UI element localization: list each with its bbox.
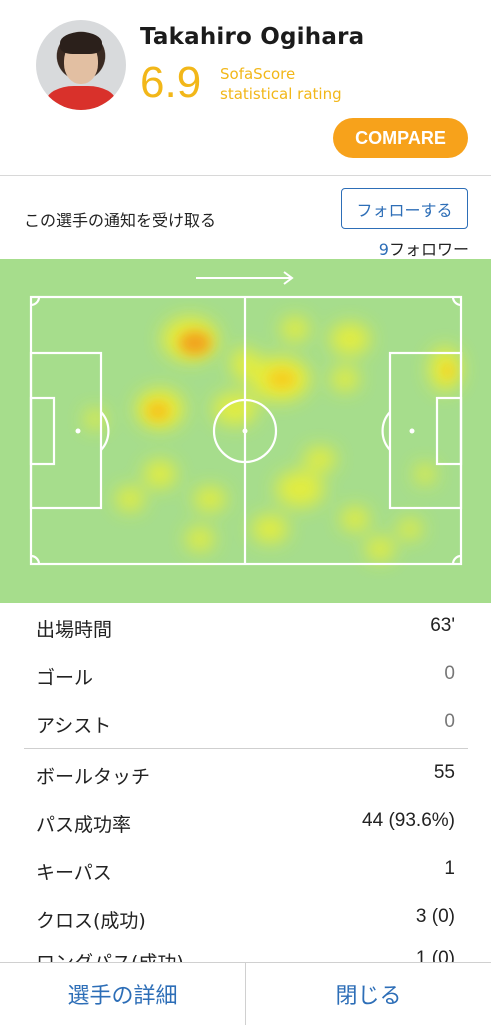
notification-label: この選手の通知を受け取る [24, 211, 217, 230]
header-divider [0, 175, 491, 176]
stats-divider [24, 748, 468, 749]
stat-row-touches: ボールタッチ 55 [36, 762, 455, 788]
stat-row-goals: ゴール 0 [36, 663, 455, 689]
stat-row-crosses: クロス(成功) 3 (0) [36, 906, 455, 932]
follower-count: 9フォロワー [378, 240, 469, 259]
player-avatar [36, 20, 126, 110]
stat-row-long-passes: ロングパス(成功) 1 (0) [36, 948, 455, 962]
player-name: Takahiro Ogihara [140, 24, 365, 50]
player-header: Takahiro Ogihara 6.9 SofaScore statistic… [0, 0, 491, 176]
player-details-button[interactable]: 選手の詳細 [0, 963, 245, 1025]
stat-row-assists: アシスト 0 [36, 711, 455, 737]
compare-button[interactable]: COMPARE [333, 118, 468, 158]
heatmap-pitch [0, 259, 491, 603]
follow-button[interactable]: フォローする [341, 188, 468, 229]
bottom-action-bar: 選手の詳細 閉じる [0, 962, 491, 1025]
stat-row-pass-accuracy: パス成功率 44 (93.6%) [36, 810, 455, 836]
player-rating: 6.9 [140, 58, 202, 107]
arrow-right-icon [196, 271, 294, 285]
stat-row-key-passes: キーパス 1 [36, 858, 455, 884]
rating-label: SofaScore statistical rating [220, 65, 342, 103]
stat-row-minutes: 出場時間 63' [36, 615, 455, 641]
close-button[interactable]: 閉じる [246, 963, 491, 1025]
